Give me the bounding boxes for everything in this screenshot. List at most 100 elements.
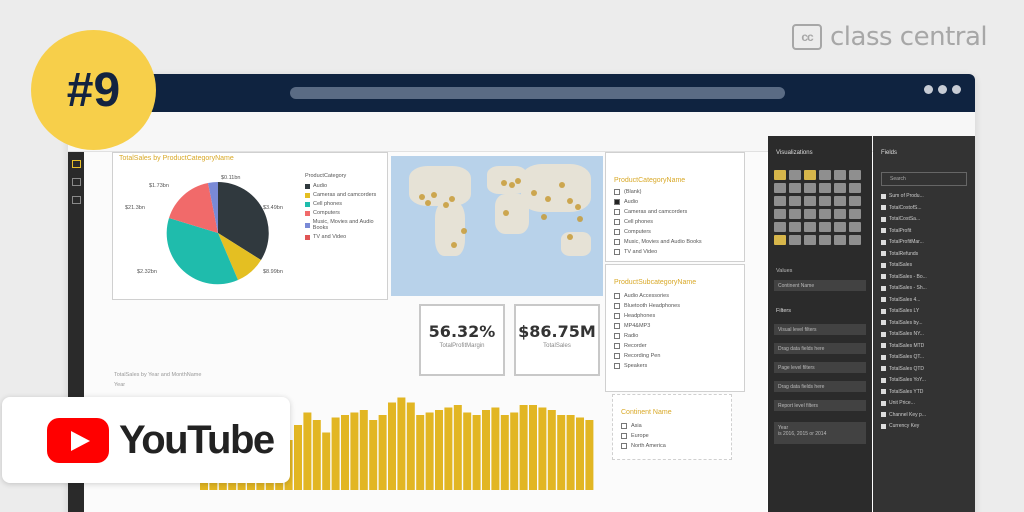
subcategory-slicer[interactable]: ProductSubcategoryName Audio Accessories… bbox=[605, 264, 745, 392]
column-bar[interactable] bbox=[500, 415, 509, 490]
slicer-checkbox[interactable] bbox=[621, 443, 627, 449]
field-checkbox[interactable] bbox=[881, 239, 886, 245]
window-dot[interactable] bbox=[938, 85, 947, 94]
field-item[interactable]: TotalProfit bbox=[881, 227, 967, 235]
slicer-checkbox[interactable] bbox=[621, 433, 627, 439]
column-bar[interactable] bbox=[491, 407, 500, 491]
field-item[interactable]: TotalRefunds bbox=[881, 250, 967, 258]
visual-type-icon[interactable] bbox=[804, 235, 816, 245]
visual-type-icon[interactable] bbox=[774, 235, 786, 245]
visual-type-icon[interactable] bbox=[849, 196, 861, 206]
visual-type-icon[interactable] bbox=[774, 170, 786, 180]
visual-type-icon[interactable] bbox=[849, 183, 861, 193]
visual-type-icon[interactable] bbox=[774, 222, 786, 232]
field-checkbox[interactable] bbox=[881, 423, 886, 429]
map-city-marker[interactable] bbox=[431, 192, 437, 198]
field-item[interactable]: TotalSales MTD bbox=[881, 342, 967, 350]
column-bar[interactable] bbox=[303, 412, 312, 491]
field-item[interactable]: Channel Key p... bbox=[881, 411, 967, 419]
column-bar[interactable] bbox=[482, 410, 490, 490]
map-city-marker[interactable] bbox=[541, 214, 547, 220]
field-checkbox[interactable] bbox=[881, 308, 886, 314]
visual-type-icon[interactable] bbox=[819, 209, 831, 219]
slicer-checkbox[interactable] bbox=[614, 313, 620, 319]
field-item[interactable]: Unit Price... bbox=[881, 399, 967, 407]
column-bar[interactable] bbox=[359, 410, 368, 490]
visual-type-icon[interactable] bbox=[774, 209, 786, 219]
visual-type-icon[interactable] bbox=[834, 209, 846, 219]
slicer-checkbox[interactable] bbox=[614, 239, 620, 245]
map-city-marker[interactable] bbox=[425, 200, 431, 206]
slicer-item[interactable]: Cameras and camcorders bbox=[614, 209, 687, 215]
slicer-item[interactable]: Headphones bbox=[614, 313, 655, 319]
slicer-checkbox[interactable] bbox=[614, 293, 620, 299]
slicer-item[interactable]: Computers bbox=[614, 229, 651, 235]
column-bar[interactable] bbox=[294, 425, 302, 490]
column-bar[interactable] bbox=[576, 417, 584, 491]
slicer-item[interactable]: Audio bbox=[614, 199, 638, 205]
field-item[interactable]: TotalCostSa... bbox=[881, 215, 967, 223]
map-city-marker[interactable] bbox=[567, 234, 573, 240]
column-bar[interactable] bbox=[547, 410, 556, 490]
field-item[interactable]: Currency Key bbox=[881, 422, 967, 430]
visual-type-icon[interactable] bbox=[789, 170, 801, 180]
field-item[interactable]: TotalSales - Sh... bbox=[881, 284, 967, 292]
visual-type-icon[interactable] bbox=[834, 222, 846, 232]
column-bar[interactable] bbox=[425, 412, 434, 491]
map-city-marker[interactable] bbox=[443, 202, 449, 208]
visual-type-icon[interactable] bbox=[804, 209, 816, 219]
map-city-marker[interactable] bbox=[503, 210, 509, 216]
column-bar[interactable] bbox=[341, 415, 349, 490]
field-item[interactable]: TotalSales bbox=[881, 261, 967, 269]
kpi-card-total-sales[interactable]: $86.75M TotalSales bbox=[514, 304, 600, 376]
slicer-item[interactable]: Recording Pen bbox=[614, 353, 660, 359]
visual-type-icon[interactable] bbox=[834, 235, 846, 245]
slicer-checkbox[interactable] bbox=[614, 323, 620, 329]
slicer-item[interactable]: Music, Movies and Audio Books bbox=[614, 239, 702, 245]
slicer-checkbox[interactable] bbox=[614, 189, 620, 195]
visual-type-icon[interactable] bbox=[834, 196, 846, 206]
column-bar[interactable] bbox=[585, 420, 594, 490]
slicer-item[interactable]: (Blank) bbox=[614, 189, 641, 195]
field-item[interactable]: Sum of Produ... bbox=[881, 192, 967, 200]
visual-type-icon[interactable] bbox=[819, 222, 831, 232]
slicer-item[interactable]: Radio bbox=[614, 333, 638, 339]
column-bar[interactable] bbox=[388, 402, 396, 491]
visual-type-icon[interactable] bbox=[804, 170, 816, 180]
slicer-checkbox[interactable] bbox=[614, 343, 620, 349]
report-view-icon[interactable] bbox=[72, 160, 81, 168]
field-checkbox[interactable] bbox=[881, 193, 886, 199]
continent-slicer[interactable]: Continent Name Asia Europe North America bbox=[612, 394, 732, 460]
filter-well[interactable]: Page level filters bbox=[774, 362, 866, 373]
visual-type-icon[interactable] bbox=[819, 170, 831, 180]
map-city-marker[interactable] bbox=[531, 190, 537, 196]
column-bar[interactable] bbox=[453, 405, 462, 490]
slicer-checkbox[interactable] bbox=[614, 229, 620, 235]
filter-well[interactable]: Report level filters bbox=[774, 400, 866, 411]
visual-type-icon[interactable] bbox=[774, 196, 786, 206]
visual-type-icon[interactable] bbox=[819, 183, 831, 193]
slicer-item[interactable]: MP4&MP3 bbox=[614, 323, 650, 329]
field-checkbox[interactable] bbox=[881, 251, 886, 256]
column-bar[interactable] bbox=[463, 412, 472, 491]
visual-type-icon[interactable] bbox=[849, 209, 861, 219]
address-bar[interactable] bbox=[290, 87, 785, 99]
map-city-marker[interactable] bbox=[461, 228, 467, 234]
column-bar[interactable] bbox=[397, 397, 406, 491]
field-item[interactable]: TotalCostofS... bbox=[881, 204, 967, 212]
map-city-marker[interactable] bbox=[567, 198, 573, 204]
slicer-item[interactable]: Europe bbox=[621, 433, 649, 439]
slicer-checkbox[interactable] bbox=[614, 363, 620, 369]
visual-type-icon[interactable] bbox=[849, 222, 861, 232]
slicer-checkbox[interactable] bbox=[614, 303, 620, 309]
field-checkbox[interactable] bbox=[881, 354, 886, 360]
column-bar[interactable] bbox=[519, 405, 528, 490]
column-bar[interactable] bbox=[472, 415, 481, 490]
field-item[interactable]: TotalSales YoY... bbox=[881, 376, 967, 384]
field-checkbox[interactable] bbox=[881, 205, 886, 210]
field-item[interactable]: TotalSales by... bbox=[881, 319, 967, 327]
slicer-checkbox[interactable] bbox=[614, 199, 620, 205]
slicer-item[interactable]: Audio Accessories bbox=[614, 293, 669, 299]
field-item[interactable]: TotalProfitMar... bbox=[881, 238, 967, 246]
filter-well[interactable]: Visual level filters bbox=[774, 324, 866, 335]
